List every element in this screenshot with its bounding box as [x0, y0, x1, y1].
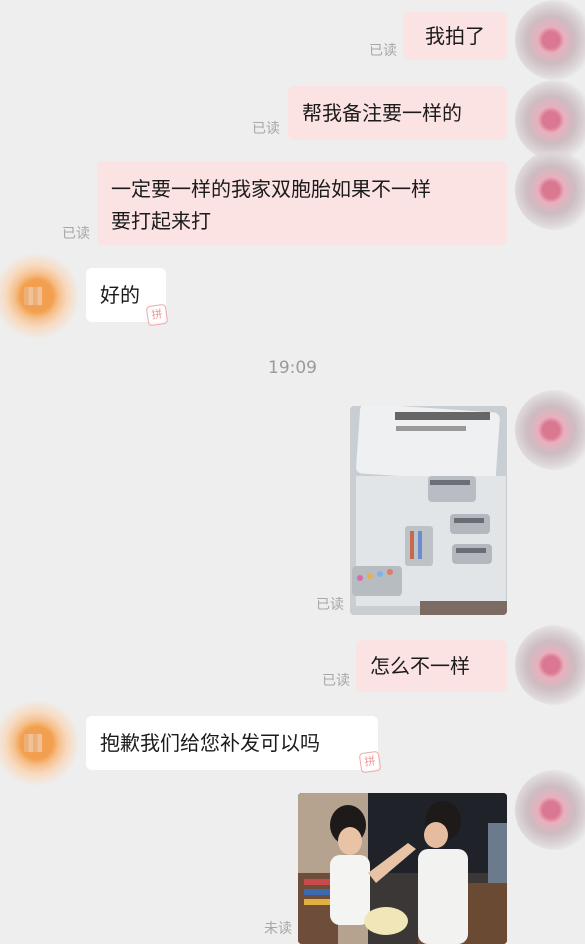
avatar-mosaic: [24, 734, 42, 752]
avatar[interactable]: [515, 0, 585, 80]
avatar[interactable]: [0, 700, 78, 786]
message-text: 一定要一样的我家双胞胎如果不一样: [111, 177, 431, 201]
message-text: 好的: [100, 283, 140, 307]
badge-icon: 拼: [358, 750, 382, 774]
avatar[interactable]: [515, 390, 585, 470]
message-bubble[interactable]: 怎么不一样: [356, 640, 507, 692]
read-status: 已读: [62, 226, 90, 242]
avatar[interactable]: [515, 625, 585, 705]
avatar[interactable]: [515, 80, 585, 160]
message-bubble[interactable]: 抱歉我们给您补发可以吗: [86, 716, 378, 770]
timestamp: 19:09: [268, 358, 317, 378]
image-message[interactable]: [298, 793, 507, 944]
message-text: 我拍了: [425, 24, 485, 48]
photo-content: [350, 406, 507, 615]
badge-icon: 拼: [145, 303, 169, 327]
message-text: 要打起来打: [111, 209, 211, 233]
message-text: 帮我备注要一样的: [302, 101, 462, 125]
message-bubble[interactable]: 我拍了: [403, 12, 507, 60]
read-status: 已读: [369, 43, 397, 59]
message-bubble[interactable]: 一定要一样的我家双胞胎如果不一样 要打起来打: [97, 161, 507, 245]
read-status: 已读: [252, 121, 280, 137]
message-bubble[interactable]: 帮我备注要一样的: [288, 86, 507, 140]
avatar[interactable]: [515, 770, 585, 850]
read-status: 未读: [264, 921, 292, 937]
photo-content: [298, 793, 507, 944]
read-status: 已读: [322, 673, 350, 689]
message-text: 抱歉我们给您补发可以吗: [100, 731, 320, 755]
avatar-mosaic: [24, 287, 42, 305]
avatar[interactable]: [0, 253, 78, 339]
avatar[interactable]: [515, 150, 585, 230]
image-message[interactable]: [350, 406, 507, 615]
read-status: 已读: [316, 597, 344, 613]
message-text: 怎么不一样: [370, 654, 470, 678]
